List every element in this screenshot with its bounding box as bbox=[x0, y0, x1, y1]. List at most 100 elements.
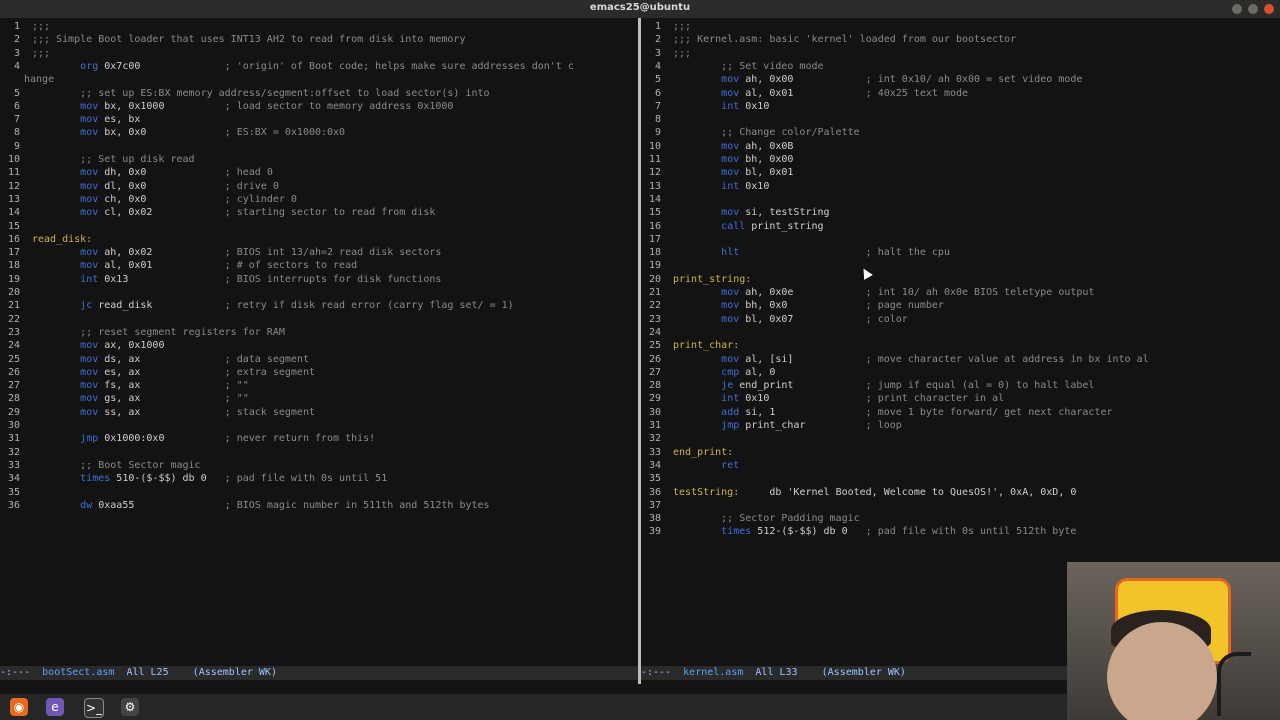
modeline-mode: (Assembler WK) bbox=[797, 667, 906, 678]
modeline-right: -:--- kernel.asm All L33 (Assembler WK) bbox=[641, 666, 1067, 680]
line-number: 5 bbox=[13, 87, 20, 99]
line-number: 35 bbox=[7, 486, 20, 498]
code-text: mov gs, ax ; "" bbox=[80, 393, 249, 405]
line-number: 27 bbox=[648, 366, 661, 378]
code-text: ;; set up ES:BX memory address/segment:o… bbox=[32, 87, 490, 99]
webcam-overlay bbox=[1067, 562, 1280, 720]
line-number: 39 bbox=[648, 526, 661, 538]
line-number: 10 bbox=[648, 140, 661, 152]
modeline-filename: bootSect.asm bbox=[42, 667, 115, 678]
line-number: 25 bbox=[648, 340, 661, 352]
code-text: times 512-($-$$) db 0 ; pad file with 0s… bbox=[721, 526, 1077, 538]
code-text: ;; Boot Sector magic bbox=[32, 459, 201, 471]
code-text: je end_print ; jump if equal (al = 0) to… bbox=[721, 380, 1095, 392]
line-number: 35 bbox=[648, 473, 661, 485]
line-number: 37 bbox=[648, 499, 661, 511]
line-number: 17 bbox=[7, 247, 20, 259]
modeline-left: -:--- bootSect.asm All L25 (Assembler WK… bbox=[0, 666, 638, 680]
terminal-icon[interactable]: >_ bbox=[84, 698, 104, 718]
line-number: 15 bbox=[648, 207, 661, 219]
line-number: 36 bbox=[648, 486, 661, 498]
code-text: ;;; bbox=[32, 47, 51, 59]
line-number: 1 bbox=[654, 21, 661, 32]
line-number: 13 bbox=[7, 193, 20, 205]
code-text: ;;; bbox=[32, 21, 51, 32]
code-text: org 0x7c00 ; 'origin' of Boot code; help… bbox=[80, 60, 574, 72]
maximize-button[interactable] bbox=[1248, 4, 1258, 14]
line-number: 6 bbox=[13, 100, 20, 112]
line-number: 29 bbox=[7, 406, 20, 418]
code-text: mov ah, 0x00 ; int 0x10/ ah 0x00 = set v… bbox=[721, 74, 1083, 86]
code-text: mov es, ax ; extra segment bbox=[80, 366, 315, 378]
modeline-position: All L25 bbox=[114, 667, 169, 678]
line-number: 18 bbox=[7, 260, 20, 272]
line-number: 4 bbox=[13, 60, 20, 72]
firefox-icon[interactable]: ◉ bbox=[10, 698, 28, 716]
window-titlebar: emacs25@ubuntu bbox=[0, 0, 1280, 18]
code-text: print_string: bbox=[673, 273, 752, 285]
code-text: ;; Sector Padding magic bbox=[673, 513, 860, 525]
code-text: hlt ; halt the cpu bbox=[721, 247, 950, 259]
code-text: ;;; bbox=[673, 21, 692, 32]
code-text: mov bl, 0x07 ; color bbox=[721, 313, 908, 325]
code-text: mov dh, 0x0 ; head 0 bbox=[80, 167, 273, 179]
code-text: mov es, bx bbox=[80, 114, 141, 126]
line-number: 34 bbox=[648, 459, 661, 471]
code-text: add si, 1 ; move 1 byte forward/ get nex… bbox=[721, 406, 1113, 418]
code-text: hange bbox=[24, 74, 55, 86]
line-number: 17 bbox=[648, 233, 661, 245]
line-number: 9 bbox=[13, 140, 20, 152]
code-text: int 0x10 bbox=[721, 100, 770, 112]
line-number: 3 bbox=[654, 47, 661, 59]
modeline-status: -:--- bbox=[0, 667, 43, 678]
code-text: jmp print_char ; loop bbox=[721, 420, 902, 431]
line-number: 30 bbox=[648, 406, 661, 418]
line-number: 10 bbox=[7, 154, 20, 165]
line-number: 31 bbox=[7, 433, 20, 445]
line-number: 26 bbox=[7, 366, 20, 378]
code-text: mov ss, ax ; stack segment bbox=[80, 406, 315, 418]
code-text: end_print: bbox=[673, 446, 734, 458]
line-number: 29 bbox=[648, 393, 661, 405]
code-text: mov al, 0x01 ; 40x25 text mode bbox=[721, 87, 969, 99]
line-number: 21 bbox=[7, 300, 20, 312]
code-text: jc read_disk ; retry if disk read error … bbox=[80, 300, 514, 312]
line-number: 14 bbox=[7, 207, 20, 219]
close-button[interactable] bbox=[1264, 4, 1274, 14]
line-number: 1 bbox=[13, 21, 20, 32]
settings-icon[interactable]: ⚙ bbox=[121, 698, 139, 716]
code-text: mov ax, 0x1000 bbox=[80, 340, 165, 352]
code-text: ;;; Simple Boot loader that uses INT13 A… bbox=[32, 34, 466, 46]
modeline-mode: (Assembler WK) bbox=[168, 667, 277, 678]
microphone-icon bbox=[1217, 652, 1251, 716]
line-number: 25 bbox=[7, 353, 20, 365]
code-text: ;; Change color/Palette bbox=[673, 127, 860, 139]
code-text: mov ds, ax ; data segment bbox=[80, 353, 309, 365]
line-number: 26 bbox=[648, 353, 661, 365]
line-number: 13 bbox=[648, 180, 661, 192]
line-number: 11 bbox=[7, 167, 20, 179]
editor-pane-left[interactable]: 1;;; 2 ;;; Simple Boot loader that uses IN… bbox=[0, 18, 638, 666]
line-number: 31 bbox=[648, 420, 661, 431]
line-number: 16 bbox=[648, 220, 661, 232]
code-text: mov bh, 0x0 ; page number bbox=[721, 300, 944, 312]
line-number: 11 bbox=[648, 154, 661, 165]
minimize-button[interactable] bbox=[1232, 4, 1242, 14]
line-number: 30 bbox=[7, 420, 20, 431]
emacs-icon[interactable]: e bbox=[46, 698, 64, 716]
line-number: 7 bbox=[654, 100, 661, 112]
line-number: 5 bbox=[654, 74, 661, 86]
line-number: 33 bbox=[7, 459, 20, 471]
line-number: 18 bbox=[648, 247, 661, 259]
code-text: dw 0xaa55 ; BIOS magic number in 511th a… bbox=[80, 499, 490, 511]
line-number: 28 bbox=[7, 393, 20, 405]
line-number: 34 bbox=[7, 473, 20, 485]
line-number: 22 bbox=[648, 300, 661, 312]
code-text: int 0x10 ; print character in al bbox=[721, 393, 1005, 405]
line-number: 2 bbox=[654, 34, 661, 46]
code-text: mov dl, 0x0 ; drive 0 bbox=[80, 180, 279, 192]
line-number: 38 bbox=[648, 513, 661, 525]
code-text: call print_string bbox=[721, 220, 824, 232]
code-text: print_char: bbox=[673, 340, 740, 352]
code-text: mov bh, 0x00 bbox=[721, 154, 794, 165]
